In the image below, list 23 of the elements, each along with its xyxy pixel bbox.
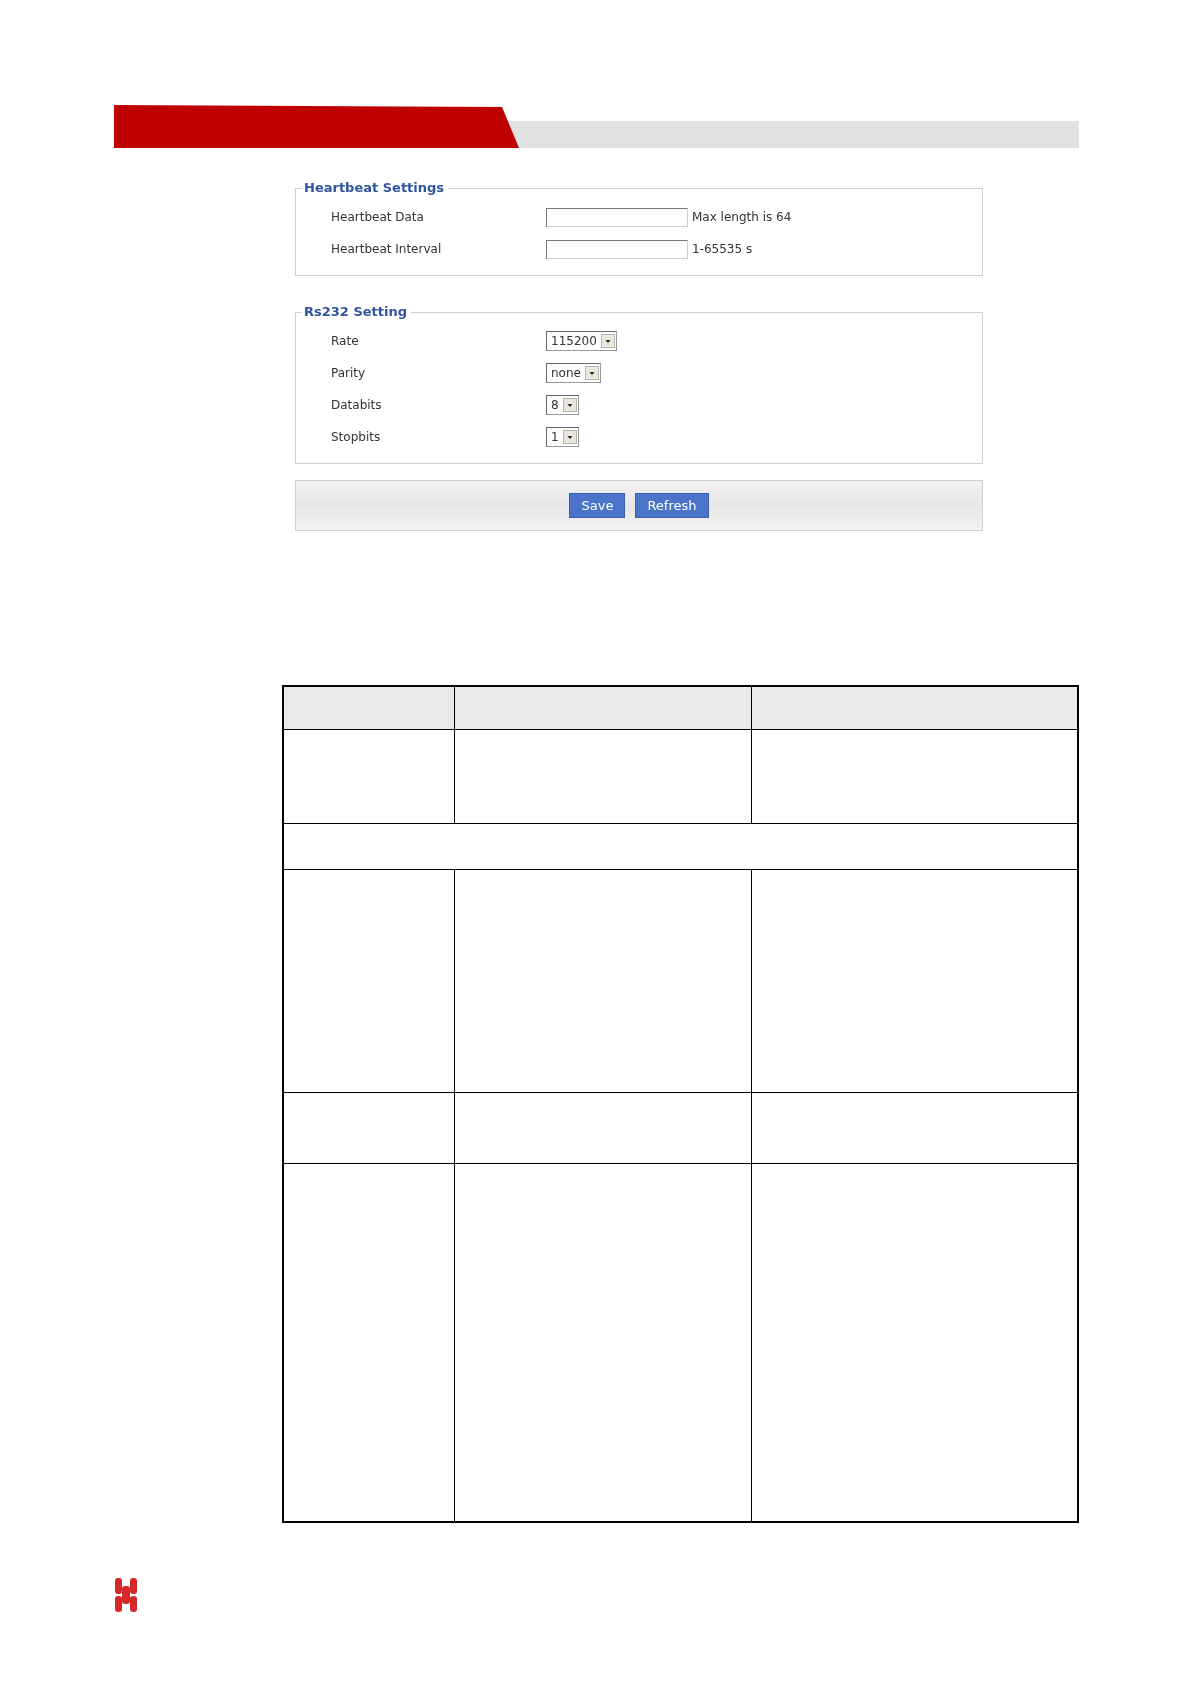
dropdown[interactable]: 115200 [546, 331, 617, 351]
field-label: Heartbeat Data [330, 210, 425, 224]
dropdown[interactable]: 1 [546, 427, 579, 447]
field-label: Stopbits [330, 430, 382, 444]
field-label: Heartbeat Interval [330, 242, 443, 256]
dropdown[interactable]: none [546, 363, 601, 383]
field-label: Rate [330, 334, 360, 348]
panel-title: Rs232 Setting [302, 304, 412, 319]
caret-icon [562, 398, 577, 412]
panel-title: Heartbeat Settings [302, 180, 449, 195]
action-button[interactable]: Refresh [635, 493, 709, 518]
input-field[interactable] [546, 239, 688, 259]
field-label: Parity [330, 366, 367, 380]
logo-icon [114, 1577, 138, 1613]
field-label: Databits [330, 398, 383, 412]
input-field[interactable] [546, 207, 688, 227]
caret-icon [562, 430, 577, 444]
action-button[interactable]: Save [569, 493, 626, 518]
caret-icon [600, 334, 615, 348]
dropdown[interactable]: 8 [546, 395, 579, 415]
field-hint: Max length is 64 [692, 210, 792, 224]
caret-icon [584, 366, 599, 380]
field-hint: 1-65535 s [692, 242, 753, 256]
